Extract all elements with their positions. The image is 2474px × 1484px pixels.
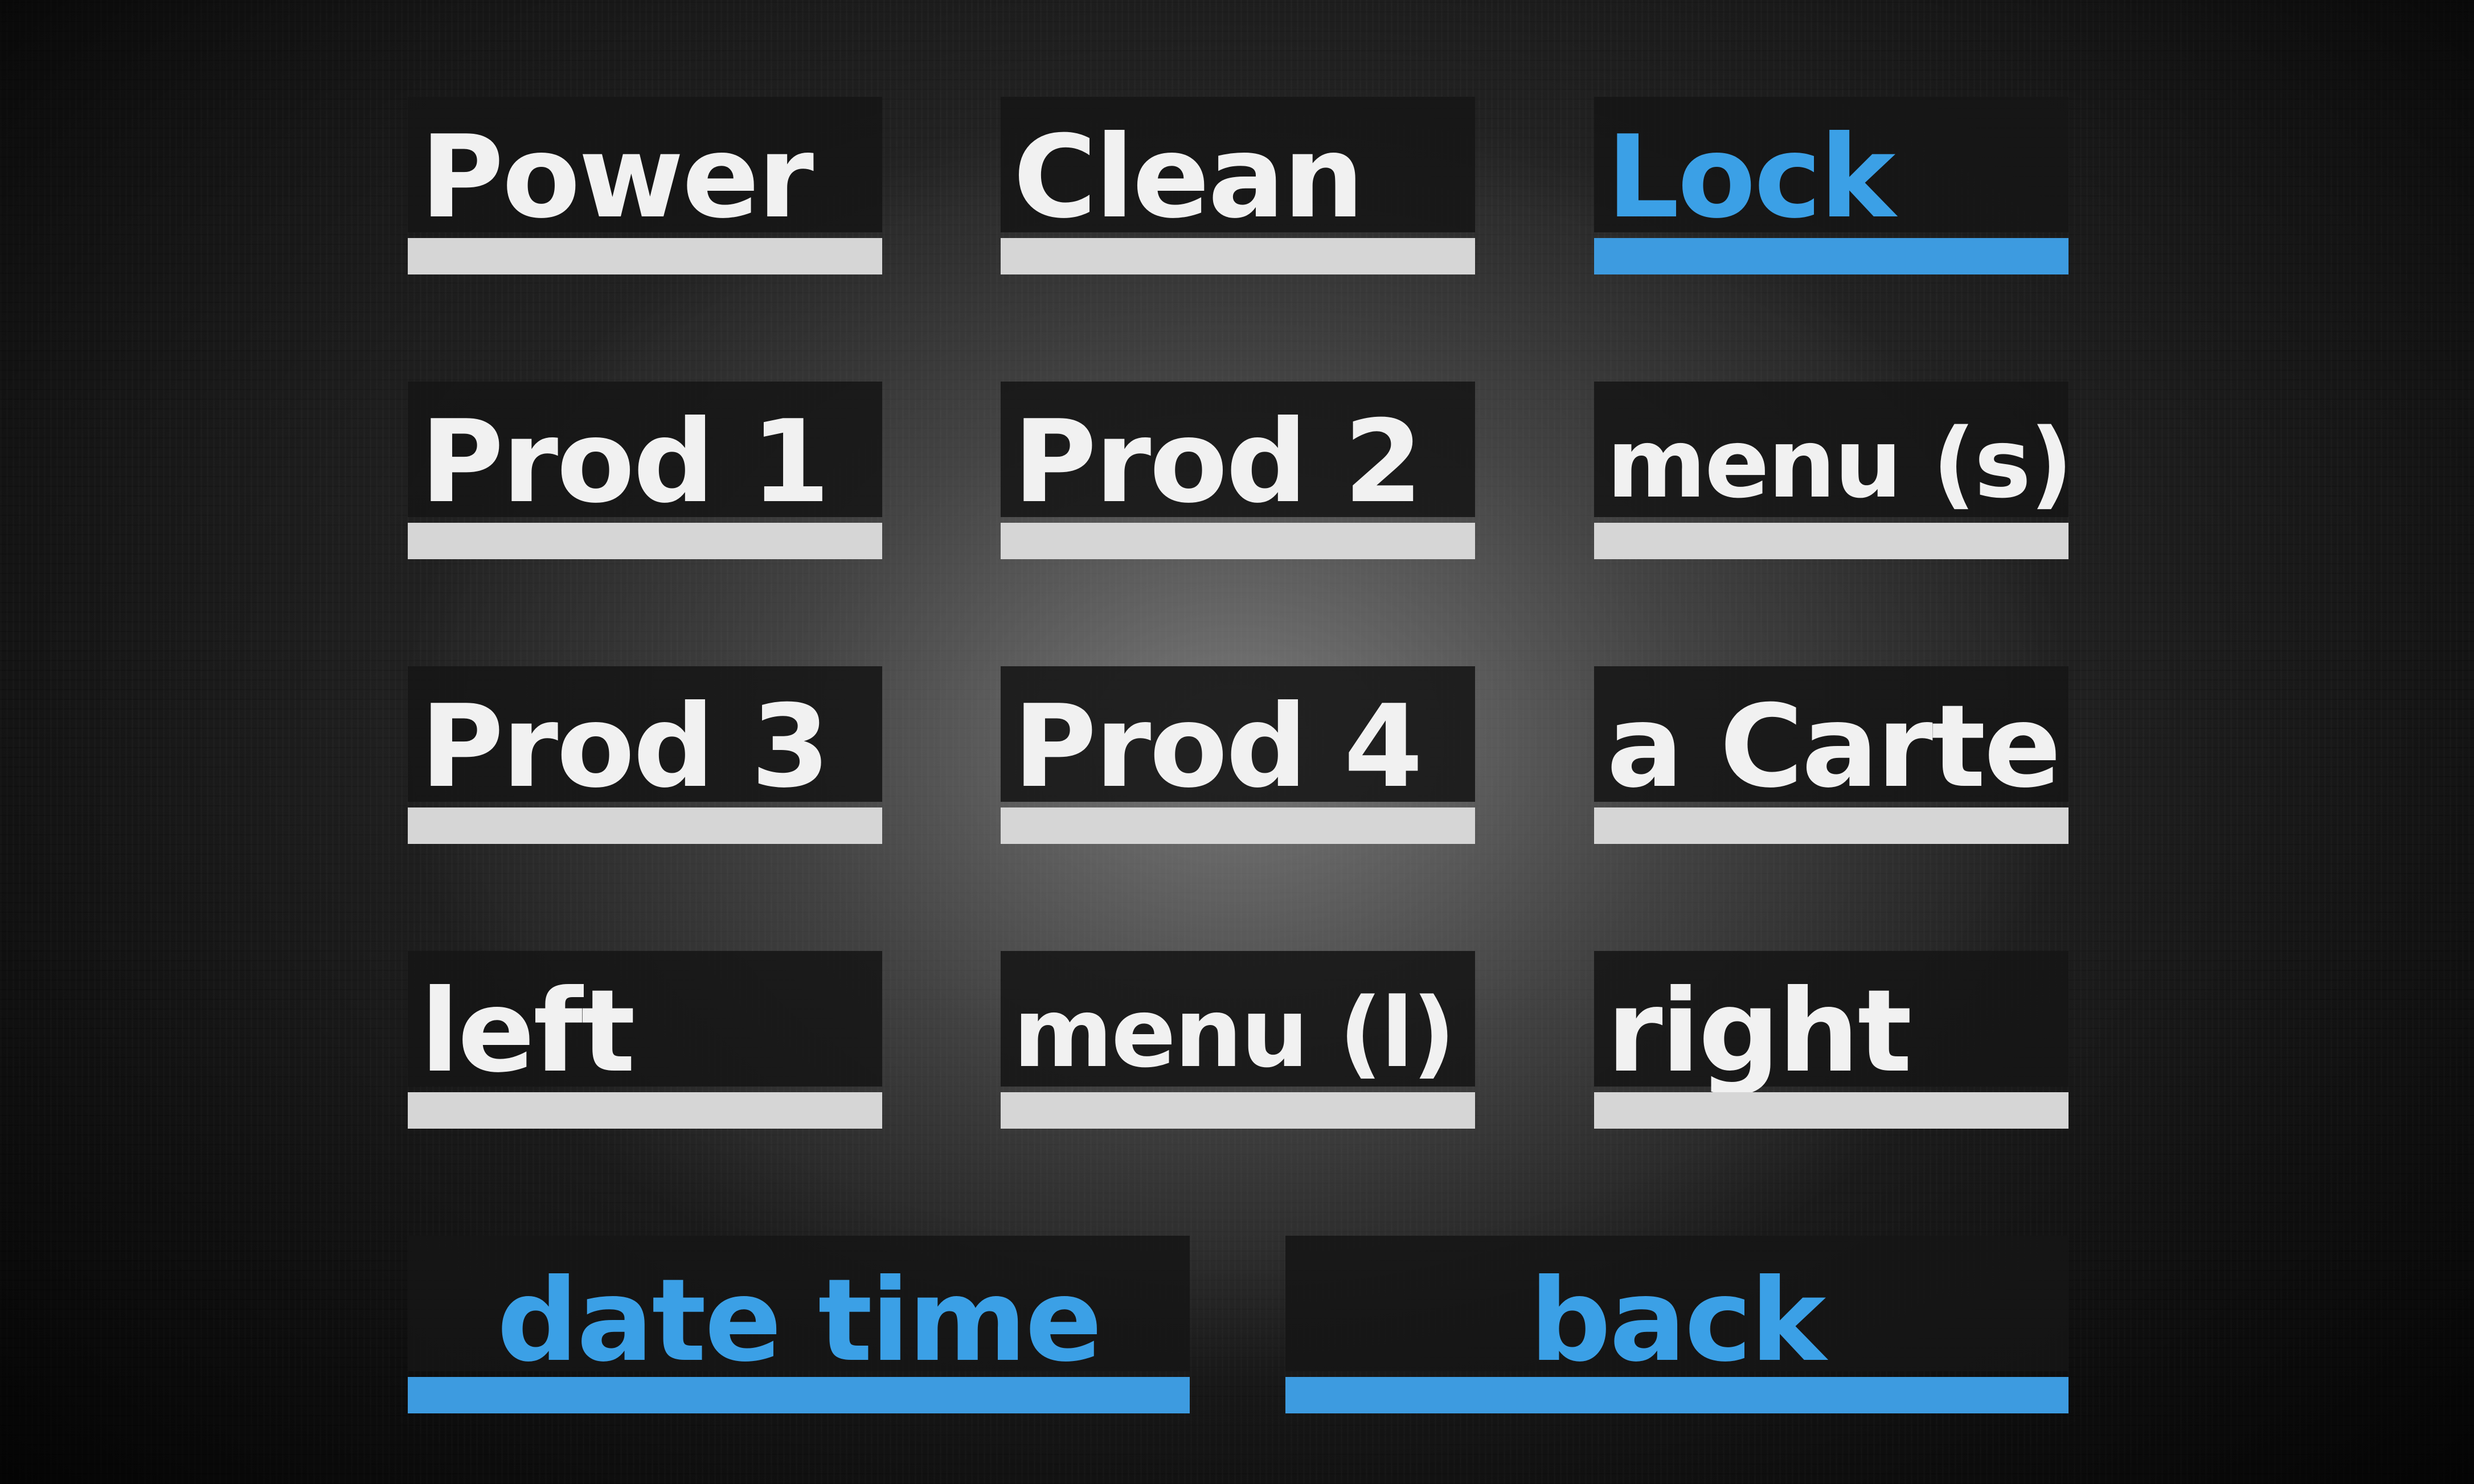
power-label: Power [420, 111, 814, 244]
clean-label: Clean [1013, 111, 1364, 244]
a-carte-label: a Carte [1607, 680, 2061, 813]
button-underline [1001, 807, 1475, 844]
button-underline [1285, 1377, 2069, 1413]
button-underline [408, 238, 882, 274]
left-button[interactable]: left [408, 951, 882, 1129]
menu-s-button[interactable]: menu (s) [1594, 382, 2073, 559]
back-button[interactable]: back [1285, 1236, 2069, 1413]
lock-button[interactable]: Lock [1594, 97, 2069, 274]
button-underline [1594, 807, 2069, 844]
prod-2-label: Prod 2 [1013, 396, 1423, 528]
button-underline [1001, 1092, 1475, 1129]
button-underline [1001, 238, 1475, 274]
prod-4-button[interactable]: Prod 4 [1001, 666, 1475, 844]
button-underline [1001, 523, 1475, 559]
button-underline [408, 523, 882, 559]
button-underline [408, 1092, 882, 1129]
prod-1-button[interactable]: Prod 1 [408, 382, 882, 559]
prod-2-button[interactable]: Prod 2 [1001, 382, 1475, 559]
lock-label: Lock [1607, 111, 1895, 244]
right-label: right [1607, 965, 1912, 1098]
prod-1-label: Prod 1 [420, 396, 830, 528]
power-button[interactable]: Power [408, 97, 882, 274]
menu-l-label: menu (l) [1013, 977, 1456, 1089]
button-underline [408, 1377, 1190, 1413]
back-label: back [1529, 1255, 1826, 1387]
button-underline [1594, 238, 2069, 274]
menu-l-button[interactable]: menu (l) [1001, 951, 1475, 1129]
date-time-button[interactable]: date time [408, 1236, 1190, 1413]
prod-3-label: Prod 3 [420, 680, 830, 813]
clean-button[interactable]: Clean [1001, 97, 1475, 274]
menu-s-label: menu (s) [1607, 408, 2073, 519]
button-underline [1594, 523, 2069, 559]
left-label: left [420, 965, 636, 1098]
prod-3-button[interactable]: Prod 3 [408, 666, 882, 844]
button-underline [408, 807, 882, 844]
date-time-label: date time [497, 1255, 1102, 1387]
right-button[interactable]: right [1594, 951, 2069, 1129]
button-underline [1594, 1092, 2069, 1129]
a-carte-button[interactable]: a Carte [1594, 666, 2069, 844]
prod-4-label: Prod 4 [1013, 680, 1423, 813]
